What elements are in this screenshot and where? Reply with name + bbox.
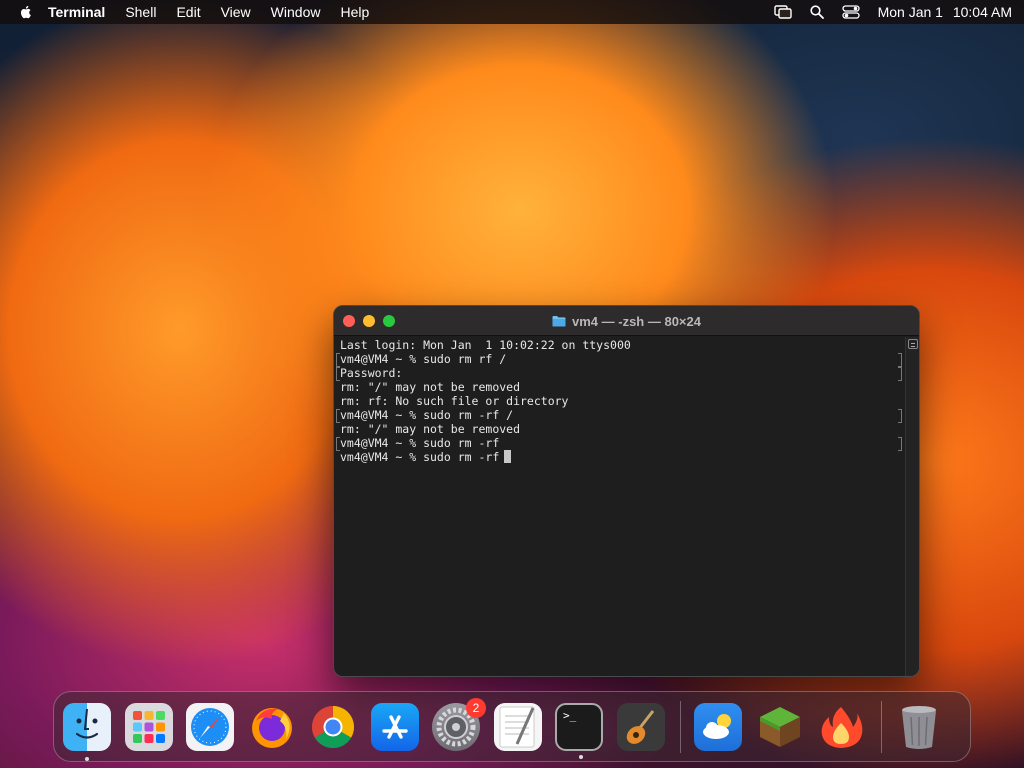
dock-separator <box>880 700 882 753</box>
menu-bar-extras: Mon Jan 1 10:04 AM <box>756 4 1012 20</box>
notification-badge: 2 <box>466 697 486 718</box>
clock-time: 10:04 AM <box>952 4 1012 20</box>
terminal-line: Last login: Mon Jan 1 10:02:22 on ttys00… <box>340 338 631 352</box>
chrome-icon <box>311 705 355 748</box>
window-title-text: vm4 — -zsh — 80×24 <box>572 313 701 329</box>
menu-help[interactable]: Help <box>340 4 369 20</box>
terminal-line: rm: "/" may not be removed <box>340 380 521 394</box>
dock-system-settings[interactable]: 2 <box>432 697 486 751</box>
dock-textedit[interactable] <box>493 702 542 751</box>
safari-icon <box>191 707 229 746</box>
window-title: vm4 — -zsh — 80×24 <box>334 306 919 336</box>
dock-flame-app[interactable] <box>817 703 865 751</box>
dock-safari[interactable] <box>186 702 234 751</box>
dock-terminal[interactable]: >_ <box>555 702 603 759</box>
dock-trash[interactable] <box>895 703 943 751</box>
dock-chrome[interactable] <box>309 703 357 751</box>
running-indicator <box>579 754 583 759</box>
menu-edit[interactable]: Edit <box>176 4 200 20</box>
apple-icon[interactable] <box>18 4 34 20</box>
firefox-icon <box>251 707 292 748</box>
terminal-current-line[interactable]: vm4@VM4 ~ % sudo rm -rf <box>340 450 905 464</box>
terminal-scrollbar[interactable] <box>905 337 919 676</box>
dock: 2 >_ <box>53 691 971 762</box>
clock-date: Mon Jan 1 <box>877 4 943 20</box>
flame-icon <box>821 706 863 748</box>
finder-icon <box>75 708 99 739</box>
terminal-line: vm4@VM4 ~ % sudo rm rf / <box>336 352 905 367</box>
dock-launchpad[interactable] <box>124 702 173 751</box>
dock-minecraft[interactable] <box>756 703 804 751</box>
menu-shell[interactable]: Shell <box>125 4 156 20</box>
launchpad-icon <box>132 710 165 743</box>
running-indicator <box>85 756 89 761</box>
screen-mirroring-icon[interactable] <box>773 5 792 19</box>
menu-bar: Terminal Shell Edit View Window Help Mon… <box>0 0 1024 24</box>
dock-weather[interactable] <box>694 702 742 751</box>
terminal-window[interactable]: vm4 — -zsh — 80×24 Last login: Mon Jan 1… <box>333 305 920 677</box>
terminal-titlebar[interactable]: vm4 — -zsh — 80×24 <box>334 306 919 336</box>
grass-block-icon <box>759 706 800 747</box>
dock-garageband[interactable] <box>616 702 665 751</box>
menu-clock[interactable]: Mon Jan 1 10:04 AM <box>878 4 1012 20</box>
guitar-icon <box>626 709 654 744</box>
dock-finder[interactable] <box>63 702 111 761</box>
menu-view[interactable]: View <box>221 4 251 20</box>
trash-icon <box>901 705 936 749</box>
app-store-icon <box>381 714 408 739</box>
terminal-line: vm4@VM4 ~ % sudo rm -rf / <box>336 408 905 423</box>
control-center-icon[interactable] <box>841 5 860 19</box>
scrollbar-menu-icon[interactable] <box>908 339 918 349</box>
textedit-icon <box>499 706 534 747</box>
weather-icon <box>703 713 731 739</box>
dock-firefox[interactable] <box>248 703 296 751</box>
terminal-line: vm4@VM4 ~ % sudo rm -rf <box>336 436 905 451</box>
terminal-output[interactable]: Last login: Mon Jan 1 10:02:22 on ttys00… <box>334 337 905 676</box>
folder-icon <box>552 316 566 327</box>
menu-window[interactable]: Window <box>271 4 321 20</box>
terminal-line: rm: rf: No such file or directory <box>340 394 569 408</box>
menu-app-terminal[interactable]: Terminal <box>48 4 105 20</box>
terminal-prompt-input: vm4@VM4 ~ % sudo rm -rf <box>340 450 500 464</box>
text-cursor <box>504 450 512 463</box>
terminal-line: rm: "/" may not be removed <box>340 422 521 436</box>
dock-separator <box>680 700 681 753</box>
dock-app-store[interactable] <box>370 702 419 751</box>
terminal-icon: >_ <box>563 708 577 722</box>
terminal-line: Password: <box>336 366 905 381</box>
search-icon[interactable] <box>809 5 824 19</box>
